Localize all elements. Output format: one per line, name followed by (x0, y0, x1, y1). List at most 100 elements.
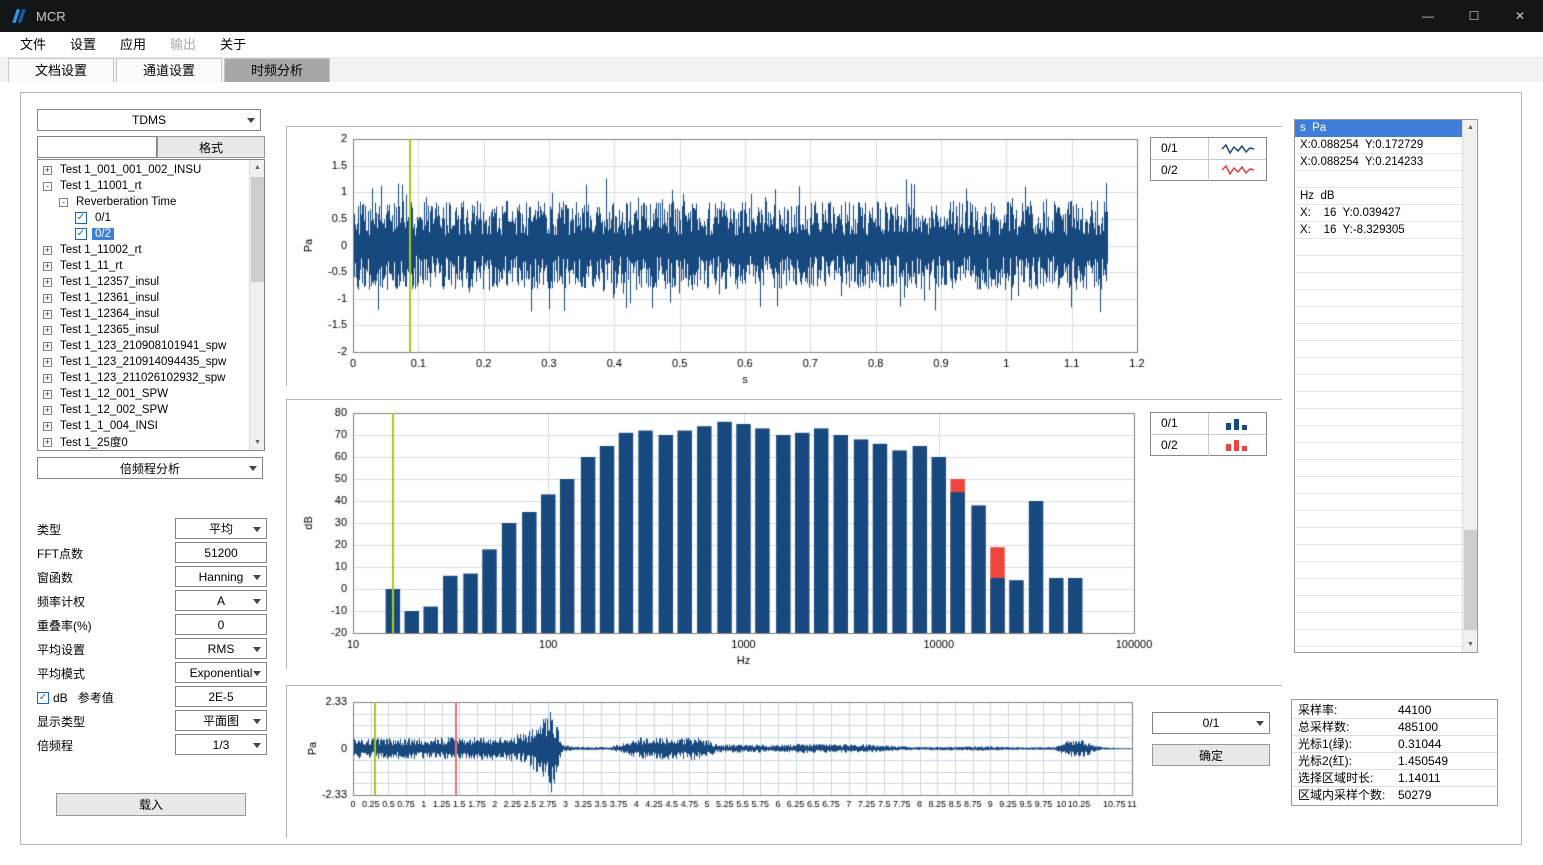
scroll-up-icon[interactable]: ▲ (1463, 120, 1478, 135)
overview-waveform-chart[interactable] (287, 686, 1283, 839)
tree-item[interactable]: +Test 1_25度0 (38, 434, 249, 450)
tab-inactive[interactable]: 通道设置 (116, 58, 222, 82)
file-format-select[interactable]: TDMS (37, 109, 261, 131)
tree-item[interactable]: -Test 1_11001_rt (38, 178, 249, 194)
bar-series-icon (1209, 418, 1266, 430)
chevron-down-icon (253, 599, 261, 604)
chevron-down-icon (1256, 721, 1264, 726)
tree-item[interactable]: +Test 1_12365_insul (38, 322, 249, 338)
expand-plus-icon[interactable]: + (43, 438, 52, 447)
data-row[interactable]: s Pa (1295, 120, 1462, 137)
collapse-minus-icon[interactable]: - (59, 198, 68, 207)
time-waveform-chart[interactable] (287, 127, 1283, 387)
stat-row: 总采样数:485100 (1292, 719, 1497, 736)
form-select[interactable]: RMS (175, 638, 267, 659)
expand-plus-icon[interactable]: + (43, 326, 52, 335)
tree-item[interactable]: +Test 1_12364_insul (38, 306, 249, 322)
form-input[interactable] (175, 686, 267, 707)
expand-plus-icon[interactable]: + (43, 262, 52, 271)
expand-plus-icon[interactable]: + (43, 390, 52, 399)
tree-item[interactable]: +Test 1_11002_rt (38, 242, 249, 258)
expand-plus-icon[interactable]: + (43, 166, 52, 175)
tree-item[interactable]: +Test 1_001_001_002_INSU (38, 162, 249, 178)
readout-scrollbar-thumb[interactable] (1464, 530, 1477, 630)
maximize-button[interactable]: ☐ (1451, 0, 1497, 32)
scroll-up-icon[interactable]: ▲ (250, 160, 265, 175)
chevron-down-icon (253, 575, 261, 580)
tree-item[interactable]: +Test 1_1_004_INSI (38, 418, 249, 434)
expand-plus-icon[interactable]: + (43, 406, 52, 415)
tree-item[interactable]: ✓0/1 (38, 210, 249, 226)
channel-checkbox[interactable]: ✓ (75, 212, 87, 224)
expand-plus-icon[interactable]: + (43, 358, 52, 367)
scroll-down-icon[interactable]: ▼ (1463, 637, 1478, 652)
form-input[interactable] (175, 542, 267, 563)
form-field-label: 窗函数 (37, 569, 73, 586)
db-checkbox[interactable]: ✓ (37, 692, 49, 704)
format-button[interactable]: 格式 (157, 136, 265, 158)
tree-item[interactable]: +Test 1_11_rt (38, 258, 249, 274)
cursor-readout-list: s PaX:0.088254 Y:0.172729X:0.088254 Y:0.… (1294, 119, 1478, 653)
expand-plus-icon[interactable]: + (43, 246, 52, 255)
tree-item[interactable]: ✓0/2 (38, 226, 249, 242)
expand-plus-icon[interactable]: + (43, 294, 52, 303)
form-select[interactable]: A (175, 590, 267, 611)
load-button[interactable]: 载入 (56, 793, 246, 816)
data-row-empty (1295, 596, 1462, 613)
legend-label: 0/2 (1151, 435, 1209, 456)
tab-active[interactable]: 时频分析 (224, 58, 330, 82)
scroll-down-icon[interactable]: ▼ (250, 435, 265, 450)
tree-item[interactable]: -Reverberation Time (38, 194, 249, 210)
filter-input[interactable] (37, 136, 157, 158)
analysis-type-select[interactable]: 倍频程分析 (37, 457, 263, 479)
form-select[interactable]: Hanning (175, 566, 267, 587)
collapse-minus-icon[interactable]: - (43, 182, 52, 191)
menu-item: 输出 (158, 32, 208, 58)
form-row: 频率计权A (37, 589, 271, 613)
channel-checkbox[interactable]: ✓ (75, 228, 87, 240)
expand-plus-icon[interactable]: + (43, 374, 52, 383)
channel-select[interactable]: 0/1 (1152, 712, 1270, 734)
tree-item[interactable]: +Test 1_123_210914094435_spw (38, 354, 249, 370)
expand-plus-icon[interactable]: + (43, 278, 52, 287)
form-select[interactable]: Exponential (175, 662, 267, 683)
tree-item[interactable]: +Test 1_12_002_SPW (38, 402, 249, 418)
legend-label: 0/1 (1151, 413, 1209, 434)
form-select[interactable]: 平面图 (175, 710, 267, 731)
expand-plus-icon[interactable]: + (43, 310, 52, 319)
data-row[interactable]: X: 16 Y:0.039427 (1295, 205, 1462, 222)
stat-label: 选择区域时长: (1298, 770, 1398, 786)
expand-plus-icon[interactable]: + (43, 422, 52, 431)
tree-item[interactable]: +Test 1_12357_insul (38, 274, 249, 290)
tree-item[interactable]: +Test 1_123_210908101941_spw (38, 338, 249, 354)
data-row-empty (1295, 273, 1462, 290)
form-input[interactable] (175, 614, 267, 635)
close-button[interactable]: ✕ (1497, 0, 1543, 32)
data-row[interactable]: X: 16 Y:-8.329305 (1295, 222, 1462, 239)
tree-scrollbar[interactable]: ▲ ▼ (249, 160, 264, 450)
data-row[interactable]: X:0.088254 Y:0.172729 (1295, 137, 1462, 154)
tab-inactive[interactable]: 文档设置 (8, 58, 114, 82)
form-select[interactable]: 1/3 (175, 734, 267, 755)
tree-item[interactable]: +Test 1_12361_insul (38, 290, 249, 306)
menu-item[interactable]: 文件 (8, 32, 58, 58)
waveform-legend: 0/10/2 (1150, 137, 1267, 181)
cursor-readout-rows: s PaX:0.088254 Y:0.172729X:0.088254 Y:0.… (1295, 120, 1462, 652)
tree-scrollbar-thumb[interactable] (251, 177, 264, 282)
confirm-button[interactable]: 确定 (1152, 744, 1270, 766)
menu-item[interactable]: 设置 (58, 32, 108, 58)
format-button-label: 格式 (199, 139, 223, 156)
minimize-button[interactable]: — (1405, 0, 1451, 32)
menu-item[interactable]: 应用 (108, 32, 158, 58)
expand-plus-icon[interactable]: + (43, 342, 52, 351)
legend-row: 0/1 (1151, 138, 1266, 159)
data-row[interactable]: X:0.088254 Y:0.214233 (1295, 154, 1462, 171)
chevron-down-icon (253, 527, 261, 532)
readout-scrollbar[interactable]: ▲ ▼ (1462, 120, 1477, 652)
data-row-empty (1295, 528, 1462, 545)
tree-item[interactable]: +Test 1_123_211026102932_spw (38, 370, 249, 386)
tree-item[interactable]: +Test 1_12_001_SPW (38, 386, 249, 402)
menu-item[interactable]: 关于 (208, 32, 258, 58)
form-select[interactable]: 平均 (175, 518, 267, 539)
octave-spectrum-chart[interactable] (287, 400, 1283, 670)
